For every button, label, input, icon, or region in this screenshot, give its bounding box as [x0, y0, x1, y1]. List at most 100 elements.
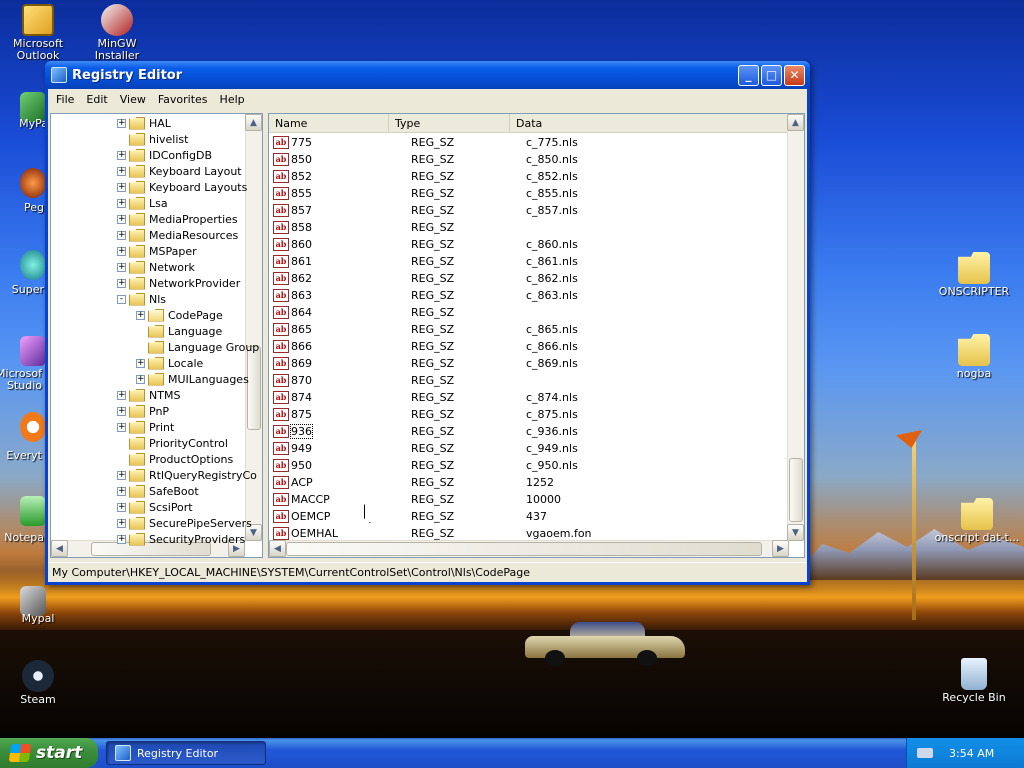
value-row[interactable]: ab OEMCP REG_SZ 437 [269, 508, 789, 525]
expand-icon[interactable]: + [117, 166, 126, 176]
expand-icon[interactable]: + [117, 246, 126, 256]
title-bar[interactable]: Registry Editor _ □ ✕ [45, 61, 810, 89]
notepad-icon[interactable] [20, 496, 46, 526]
desktop-label-studio[interactable]: Microsof Studio [0, 368, 42, 392]
tree-item[interactable]: + CodePage [136, 307, 223, 323]
studio-icon[interactable] [20, 336, 46, 366]
value-row[interactable]: ab OEMHAL REG_SZ vgaoem.fon [269, 525, 789, 542]
value-row[interactable]: ab 936 REG_SZ c_936.nls [269, 423, 789, 440]
expand-icon[interactable]: + [117, 278, 126, 288]
close-button[interactable]: ✕ [784, 64, 805, 86]
tree-item[interactable]: + Print [117, 419, 174, 435]
tree-item[interactable]: + RtlQueryRegistryCo [117, 467, 257, 483]
value-row[interactable]: ab 855 REG_SZ c_855.nls [269, 185, 789, 202]
menu-view[interactable]: View [114, 93, 152, 106]
column-header-type[interactable]: Type [389, 114, 510, 132]
tree-item[interactable]: Language Group [136, 339, 259, 355]
tree-scroll-left-button[interactable]: ◀ [51, 540, 68, 557]
expand-icon[interactable]: + [117, 422, 126, 432]
value-row[interactable]: ab 858 REG_SZ [269, 219, 789, 236]
column-header-name[interactable]: Name [269, 114, 389, 132]
super-icon[interactable] [20, 250, 46, 280]
value-row[interactable]: ab 870 REG_SZ [269, 372, 789, 389]
maximize-button[interactable]: □ [761, 64, 782, 86]
desktop-icon-mingw[interactable]: MinGW Installer [79, 4, 155, 62]
expand-icon[interactable]: + [136, 310, 145, 320]
expand-icon[interactable]: + [117, 534, 126, 544]
expand-icon[interactable]: + [136, 374, 145, 384]
list-scroll-thumb[interactable] [789, 458, 803, 522]
expand-icon[interactable]: + [117, 470, 126, 480]
value-row[interactable]: ab 852 REG_SZ c_852.nls [269, 168, 789, 185]
tree-item[interactable]: + NetworkProvider [117, 275, 240, 291]
tree-scroll-thumb[interactable] [247, 346, 261, 430]
network-icon[interactable] [917, 748, 933, 758]
desktop-icon-outlook[interactable]: Microsoft Outlook [0, 4, 76, 62]
tree-item[interactable]: + NTMS [117, 387, 180, 403]
value-row[interactable]: ab 857 REG_SZ c_857.nls [269, 202, 789, 219]
start-button[interactable]: start [0, 738, 98, 768]
pegasus-icon[interactable] [20, 168, 46, 198]
desktop-label-notepad[interactable]: Notepa [0, 532, 44, 544]
list-scroll-up-button[interactable]: ▲ [787, 114, 804, 131]
desktop-label-peg[interactable]: Peg [0, 202, 44, 214]
tree-item[interactable]: + MediaProperties [117, 211, 238, 227]
desktop-icon-onscript[interactable]: onscript dat-t... [930, 498, 1024, 544]
tree-item[interactable]: + SafeBoot [117, 483, 199, 499]
expand-icon[interactable]: + [117, 198, 126, 208]
value-row[interactable]: ab 866 REG_SZ c_866.nls [269, 338, 789, 355]
tree-item[interactable]: + Lsa [117, 195, 168, 211]
expand-icon[interactable]: + [117, 150, 126, 160]
desktop-label-everything[interactable]: Everyt [0, 450, 42, 462]
value-row[interactable]: ab 862 REG_SZ c_862.nls [269, 270, 789, 287]
tree-item[interactable]: PriorityControl [117, 435, 228, 451]
tree-item[interactable]: Language [136, 323, 222, 339]
desktop-icon-onscripter[interactable]: ONSCRIPTER [936, 252, 1012, 298]
taskbar-button-registry-editor[interactable]: Registry Editor [106, 741, 266, 765]
menu-file[interactable]: File [50, 93, 80, 106]
tree-item[interactable]: hivelist [117, 131, 188, 147]
expand-icon[interactable]: + [117, 230, 126, 240]
list-scroll-right-button[interactable]: ▶ [772, 540, 789, 557]
value-row[interactable]: ab MACCP REG_SZ 10000 [269, 491, 789, 508]
tree-item[interactable]: + ScsiPort [117, 499, 193, 515]
expand-icon[interactable]: + [117, 486, 126, 496]
expand-icon[interactable]: + [117, 262, 126, 272]
tree-item[interactable]: + MediaResources [117, 227, 238, 243]
list-scroll-left-button[interactable]: ◀ [269, 540, 286, 557]
tree-item[interactable]: + IDConfigDB [117, 147, 212, 163]
expand-icon[interactable]: + [117, 390, 126, 400]
desktop-icon-steam[interactable]: Steam [0, 660, 76, 706]
menu-help[interactable]: Help [214, 93, 251, 106]
tree-item[interactable]: + Network [117, 259, 195, 275]
tree-item[interactable]: + SecurityProviders [117, 531, 245, 547]
desktop-label-super[interactable]: Super [0, 284, 44, 296]
list-scroll-down-button[interactable]: ▼ [787, 524, 804, 541]
tree-item[interactable]: ProductOptions [117, 451, 233, 467]
list-horizontal-scrollbar[interactable]: ◀ ▶ [269, 540, 789, 557]
expand-icon[interactable]: + [117, 406, 126, 416]
value-row[interactable]: ab 869 REG_SZ c_869.nls [269, 355, 789, 372]
desktop-icon-recycle-bin[interactable]: Recycle Bin [936, 658, 1012, 704]
expand-icon[interactable]: + [117, 214, 126, 224]
expand-icon[interactable]: + [136, 358, 145, 368]
menu-edit[interactable]: Edit [80, 93, 113, 106]
value-row[interactable]: ab 863 REG_SZ c_863.nls [269, 287, 789, 304]
expand-icon[interactable]: + [117, 118, 126, 128]
value-row[interactable]: ab 865 REG_SZ c_865.nls [269, 321, 789, 338]
value-row[interactable]: ab 950 REG_SZ c_950.nls [269, 457, 789, 474]
collapse-icon[interactable]: - [117, 294, 126, 304]
desktop-label-mypal[interactable]: Mypal [0, 613, 76, 625]
value-row[interactable]: ab 874 REG_SZ c_874.nls [269, 389, 789, 406]
value-row[interactable]: ab ACP REG_SZ 1252 [269, 474, 789, 491]
desktop-icon-nogba[interactable]: nogba [936, 334, 1012, 380]
everything-icon[interactable] [20, 412, 46, 442]
value-row[interactable]: ab 850 REG_SZ c_850.nls [269, 151, 789, 168]
value-row[interactable]: ab 949 REG_SZ c_949.nls [269, 440, 789, 457]
list-hscroll-thumb[interactable] [286, 542, 762, 556]
minimize-button[interactable]: _ [738, 64, 759, 86]
expand-icon[interactable]: + [117, 502, 126, 512]
column-header-data[interactable]: Data [510, 114, 789, 132]
tree-item[interactable]: + MUILanguages [136, 371, 249, 387]
tree-item[interactable]: + Locale [136, 355, 203, 371]
